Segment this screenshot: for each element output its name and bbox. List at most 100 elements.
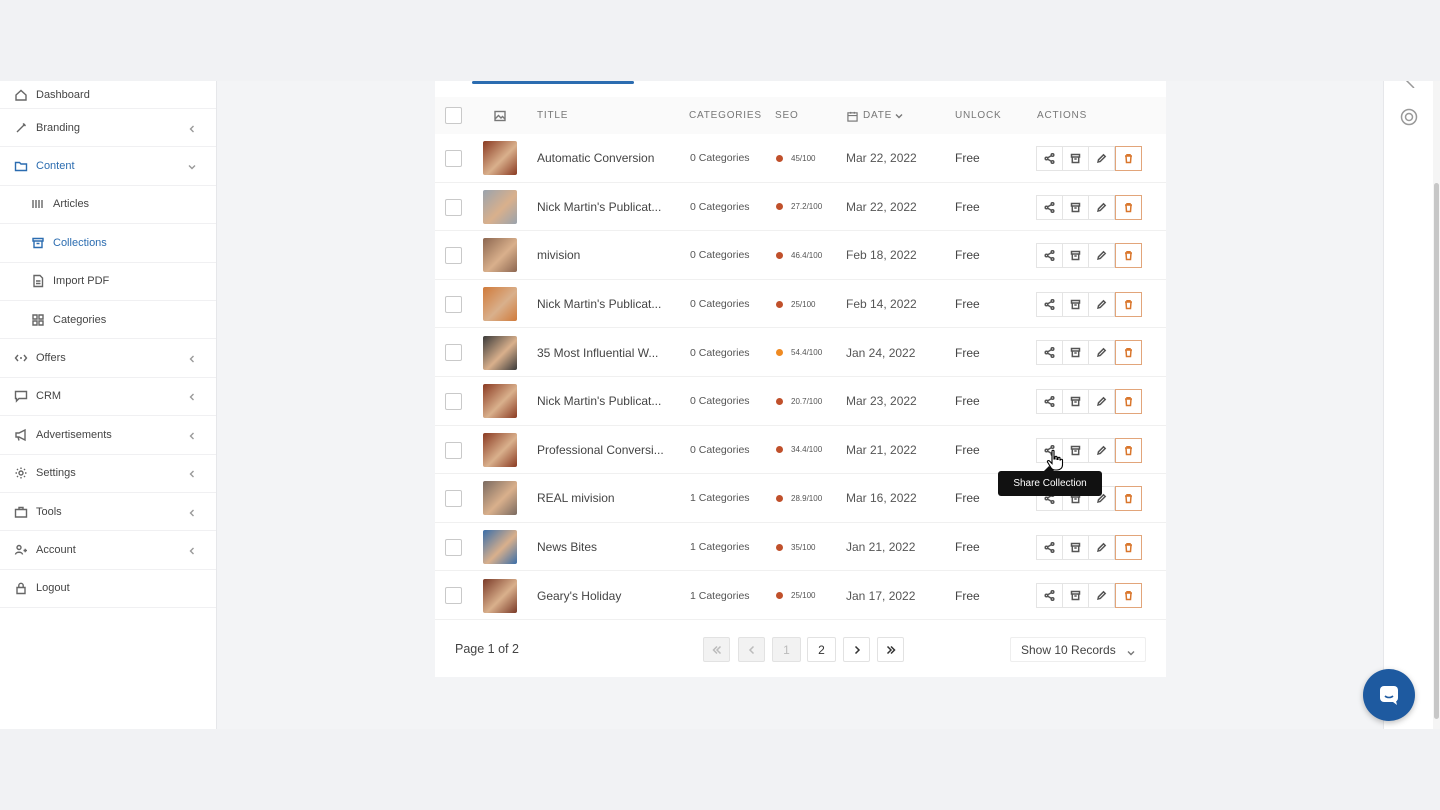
collection-thumbnail[interactable] (483, 287, 517, 322)
sidebar-item-advertisements[interactable]: Advertisements (0, 416, 216, 455)
row-checkbox[interactable] (445, 490, 462, 508)
delete-button[interactable] (1115, 389, 1142, 414)
row-checkbox[interactable] (445, 150, 462, 167)
archive-button[interactable] (1062, 146, 1089, 171)
column-date[interactable]: DATE (847, 97, 903, 135)
row-checkbox[interactable] (445, 538, 462, 556)
edit-button[interactable] (1088, 243, 1115, 269)
sidebar-item-articles[interactable]: Articles (0, 186, 216, 225)
share-button[interactable] (1036, 583, 1063, 609)
archive-button[interactable] (1062, 340, 1089, 366)
edit-button[interactable] (1088, 194, 1115, 220)
share-button[interactable] (1036, 146, 1063, 171)
target-icon[interactable] (1399, 107, 1419, 127)
sidebar-item-import-pdf[interactable]: Import PDF (0, 263, 216, 301)
archive-button[interactable] (1062, 437, 1089, 463)
sidebar-item-collections[interactable]: Collections (0, 224, 216, 263)
sort-down-icon[interactable] (895, 112, 903, 120)
collection-title[interactable]: News Bites (537, 523, 597, 572)
next-page-button[interactable] (843, 637, 870, 662)
collection-thumbnail[interactable] (483, 432, 517, 467)
sidebar-item-logout[interactable]: Logout (0, 570, 216, 609)
chat-launcher-button[interactable] (1363, 669, 1415, 721)
sidebar-item-tools[interactable]: Tools (0, 493, 216, 532)
collection-title[interactable]: REAL mivision (537, 474, 615, 523)
edit-button[interactable] (1088, 534, 1115, 560)
row-checkbox[interactable] (445, 587, 462, 605)
select-all-checkbox[interactable] (445, 107, 462, 124)
collection-thumbnail[interactable] (483, 141, 517, 176)
prev-page-button[interactable] (738, 637, 765, 662)
page-scrollbar[interactable] (1433, 81, 1440, 729)
share-button[interactable] (1036, 194, 1063, 220)
sidebar-item-content[interactable]: Content (0, 147, 216, 186)
share-button[interactable] (1036, 291, 1063, 317)
records-per-page-select[interactable]: Show 10 Records (1010, 637, 1146, 662)
delete-button[interactable] (1115, 437, 1142, 463)
collection-thumbnail[interactable] (483, 335, 517, 370)
delete-button[interactable] (1115, 194, 1142, 220)
page-2-button[interactable]: 2 (807, 637, 836, 662)
delete-button[interactable] (1115, 291, 1142, 317)
sidebar-item-categories[interactable]: Categories (0, 301, 216, 340)
sidebar-item-settings[interactable]: Settings (0, 455, 216, 493)
collection-title[interactable]: Nick Martin's Publicat... (537, 183, 661, 232)
delete-button[interactable] (1115, 583, 1142, 609)
sidebar-item-crm[interactable]: CRM (0, 378, 216, 417)
search-icon[interactable] (1404, 81, 1418, 89)
row-checkbox[interactable] (445, 295, 462, 313)
archive-button[interactable] (1062, 291, 1089, 317)
collection-title[interactable]: Nick Martin's Publicat... (537, 280, 661, 329)
first-page-button[interactable] (703, 637, 730, 662)
sidebar-item-dashboard[interactable]: Dashboard (0, 81, 216, 109)
row-checkbox[interactable] (445, 393, 462, 410)
share-button[interactable] (1036, 340, 1063, 366)
collection-thumbnail[interactable] (483, 238, 517, 273)
delete-button[interactable] (1115, 486, 1142, 512)
row-checkbox[interactable] (445, 344, 462, 362)
collection-thumbnail[interactable] (483, 578, 517, 613)
row-checkbox[interactable] (445, 247, 462, 265)
edit-button[interactable] (1088, 437, 1115, 463)
page-1-button[interactable]: 1 (772, 637, 801, 662)
sidebar-item-branding[interactable]: Branding (0, 109, 216, 148)
edit-button[interactable] (1088, 146, 1115, 171)
archive-button[interactable] (1062, 389, 1089, 414)
sidebar-item-offers[interactable]: Offers (0, 339, 216, 378)
delete-button[interactable] (1115, 534, 1142, 560)
collection-title[interactable]: Professional Conversi... (537, 426, 664, 475)
column-unlock[interactable]: UNLOCK (955, 97, 1001, 135)
last-page-button[interactable] (877, 637, 904, 662)
collection-thumbnail[interactable] (483, 530, 517, 565)
edit-button[interactable] (1088, 340, 1115, 366)
collection-title[interactable]: Nick Martin's Publicat... (537, 377, 661, 426)
edit-button[interactable] (1088, 291, 1115, 317)
collection-thumbnail[interactable] (483, 189, 517, 224)
column-seo[interactable]: SEO (775, 97, 799, 135)
collection-title[interactable]: Geary's Holiday (537, 571, 621, 620)
edit-button[interactable] (1088, 389, 1115, 414)
collection-unlock: Free (955, 540, 980, 555)
collection-title[interactable]: mivision (537, 231, 580, 280)
share-button[interactable] (1036, 389, 1063, 414)
row-checkbox[interactable] (445, 198, 462, 216)
sidebar-item-account[interactable]: Account (0, 531, 216, 570)
archive-button[interactable] (1062, 534, 1089, 560)
column-categories[interactable]: CATEGORIES (689, 97, 762, 135)
row-checkbox[interactable] (445, 441, 462, 459)
collection-thumbnail[interactable] (483, 481, 517, 516)
delete-button[interactable] (1115, 340, 1142, 366)
collection-title[interactable]: Automatic Conversion (537, 134, 654, 183)
share-button[interactable] (1036, 534, 1063, 560)
collection-thumbnail[interactable] (483, 384, 517, 419)
archive-button[interactable] (1062, 583, 1089, 609)
delete-button[interactable] (1115, 243, 1142, 269)
column-title[interactable]: TITLE (537, 97, 568, 135)
collection-title[interactable]: 35 Most Influential W... (537, 328, 658, 377)
edit-button[interactable] (1088, 583, 1115, 609)
delete-button[interactable] (1115, 146, 1142, 171)
archive-button[interactable] (1062, 243, 1089, 269)
scrollbar-thumb[interactable] (1434, 183, 1439, 719)
archive-button[interactable] (1062, 194, 1089, 220)
share-button[interactable] (1036, 243, 1063, 269)
